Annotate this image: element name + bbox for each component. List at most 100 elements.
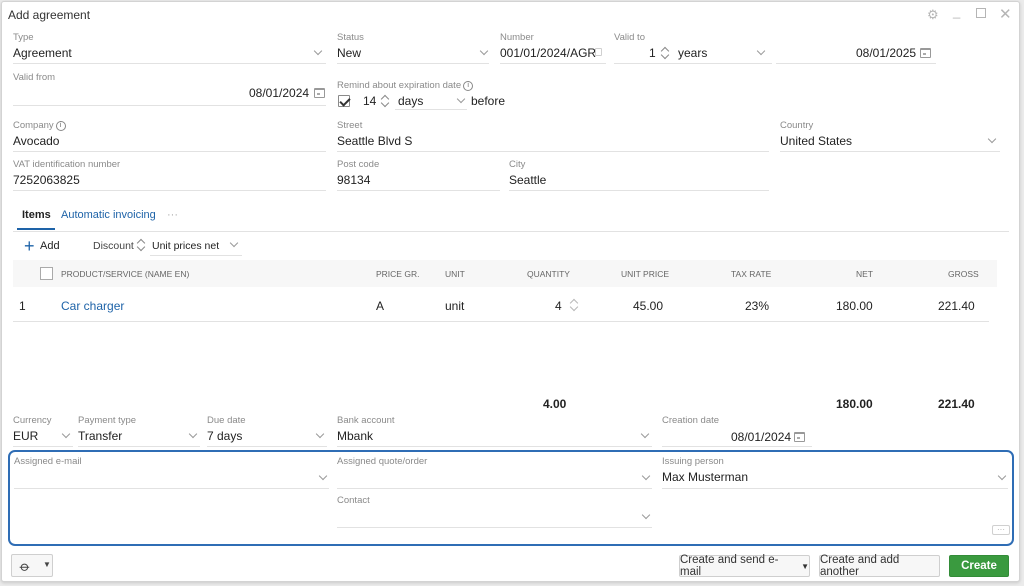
close-icon[interactable]: ✕: [999, 5, 1012, 23]
chevron-down-icon: [640, 429, 650, 439]
stepper-icon[interactable]: [660, 46, 670, 60]
status-field[interactable]: Status New: [337, 32, 489, 64]
column-header[interactable]: GROSS: [948, 269, 979, 279]
attachment-button[interactable]: ⌀ ▼: [11, 554, 53, 577]
street-label: Street: [337, 120, 363, 131]
info-icon: i: [463, 81, 474, 91]
divider: [337, 190, 500, 191]
create-and-add-another-button[interactable]: Create and add another: [819, 554, 940, 578]
valid-from-field[interactable]: Valid from 08/01/2024: [13, 72, 326, 106]
currency-field[interactable]: Currency EUR: [13, 415, 73, 447]
tab-more[interactable]: ···: [167, 209, 178, 221]
assigned-email-label: Assigned e-mail: [14, 456, 82, 467]
divider: [13, 105, 326, 106]
create-button[interactable]: Create: [949, 555, 1009, 577]
street-field[interactable]: Street Seattle Blvd S: [337, 120, 769, 152]
chevron-down-icon: [229, 238, 239, 248]
tabs-divider: [13, 231, 1009, 232]
chevron-down-icon: [456, 94, 466, 104]
price-mode-select[interactable]: Unit prices net: [152, 240, 219, 252]
calendar-icon[interactable]: [794, 432, 805, 442]
chevron-down-icon: [318, 471, 328, 481]
unit-price-cell: 45.00: [633, 299, 664, 313]
country-field[interactable]: Country United States: [780, 120, 1000, 152]
add-item-button[interactable]: Add: [40, 240, 60, 252]
calendar-icon[interactable]: [920, 48, 931, 58]
valid-from-date: 08/01/2024: [249, 86, 310, 100]
company-label-text: Company: [13, 120, 54, 131]
vat-field[interactable]: VAT identification number 7252063825: [13, 159, 326, 191]
table-row[interactable]: 1 Car charger A unit 4 45.00 23% 180.00 …: [13, 290, 997, 322]
remind-label: Remind about expiration date i: [337, 80, 474, 91]
net-cell: 180.00: [836, 299, 873, 313]
discount-stepper-icon[interactable]: [136, 238, 146, 252]
settings-icon[interactable]: ⚙: [927, 7, 939, 23]
due-date-field[interactable]: Due date 7 days: [207, 415, 327, 447]
tab-automatic-invoicing[interactable]: Automatic invoicing: [61, 209, 156, 221]
remind-unit[interactable]: days: [398, 94, 423, 108]
remind-checkbox[interactable]: [338, 95, 350, 107]
column-header[interactable]: UNIT PRICE: [621, 269, 669, 279]
stepper-icon[interactable]: [380, 94, 390, 108]
assigned-email-field[interactable]: Assigned e-mail: [14, 456, 329, 489]
creation-date-field[interactable]: Creation date 08/01/2024: [662, 415, 812, 447]
number-field[interactable]: Number 001/01/2024/AGR: [500, 32, 608, 64]
number-label: Number: [500, 32, 534, 43]
tab-items[interactable]: Items: [22, 209, 51, 221]
currency-label: Currency: [13, 415, 52, 426]
due-date-value: 7 days: [207, 429, 243, 443]
divider: [337, 488, 652, 489]
company-field[interactable]: Company i Avocado: [13, 120, 326, 152]
column-header[interactable]: TAX RATE: [731, 269, 771, 279]
bank-account-value: Mbank: [337, 429, 374, 443]
divider: [337, 527, 652, 528]
chevron-down-icon: [987, 134, 997, 144]
status-label: Status: [337, 32, 364, 43]
payment-type-field[interactable]: Payment type Transfer: [78, 415, 200, 447]
minimize-icon[interactable]: _: [953, 4, 960, 19]
quantity-stepper-icon[interactable]: [569, 298, 579, 312]
assignment-section: Assigned e-mail Assigned quote/order Iss…: [8, 450, 1014, 546]
valid-to-unit[interactable]: years: [678, 46, 707, 60]
divider: [662, 488, 1008, 489]
type-value: Agreement: [13, 46, 72, 60]
divider: [14, 488, 329, 489]
type-field[interactable]: Type Agreement: [13, 32, 326, 64]
select-all-checkbox[interactable]: [40, 267, 53, 280]
valid-to-date: 08/01/2025: [856, 46, 917, 60]
valid-to-field[interactable]: Valid to 1 years: [614, 32, 774, 64]
tax-rate-cell: 23%: [745, 299, 770, 313]
city-field[interactable]: City Seattle: [509, 159, 769, 191]
plus-icon[interactable]: +: [24, 237, 35, 255]
chevron-down-icon: [61, 429, 71, 439]
info-icon: i: [55, 121, 66, 131]
calendar-icon[interactable]: [314, 88, 325, 98]
column-header[interactable]: UNIT: [445, 269, 465, 279]
create-and-send-email-button[interactable]: Create and send e-mail ▼: [679, 554, 810, 578]
remind-count[interactable]: 14: [363, 94, 376, 108]
assigned-quote-field[interactable]: Assigned quote/order: [337, 456, 652, 489]
country-value: United States: [780, 134, 853, 148]
valid-to-date-field[interactable]: 08/01/2025: [776, 32, 936, 64]
maximize-icon[interactable]: [976, 8, 986, 18]
currency-value: EUR: [13, 429, 39, 443]
product-link[interactable]: Car charger: [61, 299, 124, 313]
caret-down-icon: ▼: [43, 560, 51, 569]
more-options-button[interactable]: ···: [992, 525, 1010, 535]
divider: [780, 151, 1000, 152]
number-value: 001/01/2024/AGR: [500, 46, 597, 60]
issuing-person-field[interactable]: Issuing person Max Musterman: [662, 456, 1008, 489]
post-code-field[interactable]: Post code 98134: [337, 159, 500, 191]
discount-label: Discount: [93, 240, 134, 252]
quantity-cell[interactable]: 4: [555, 299, 562, 313]
valid-to-count[interactable]: 1: [649, 46, 656, 60]
contact-field[interactable]: Contact: [337, 495, 652, 528]
street-value: Seattle Blvd S: [337, 134, 413, 148]
column-header[interactable]: NET: [856, 269, 873, 279]
column-header[interactable]: PRODUCT/SERVICE (NAME EN): [61, 269, 189, 279]
column-header[interactable]: PRICE GR.: [376, 269, 419, 279]
bank-account-field[interactable]: Bank account Mbank: [337, 415, 652, 447]
vat-label: VAT identification number: [13, 159, 121, 170]
contact-label: Contact: [337, 495, 370, 506]
column-header[interactable]: QUANTITY: [527, 269, 570, 279]
